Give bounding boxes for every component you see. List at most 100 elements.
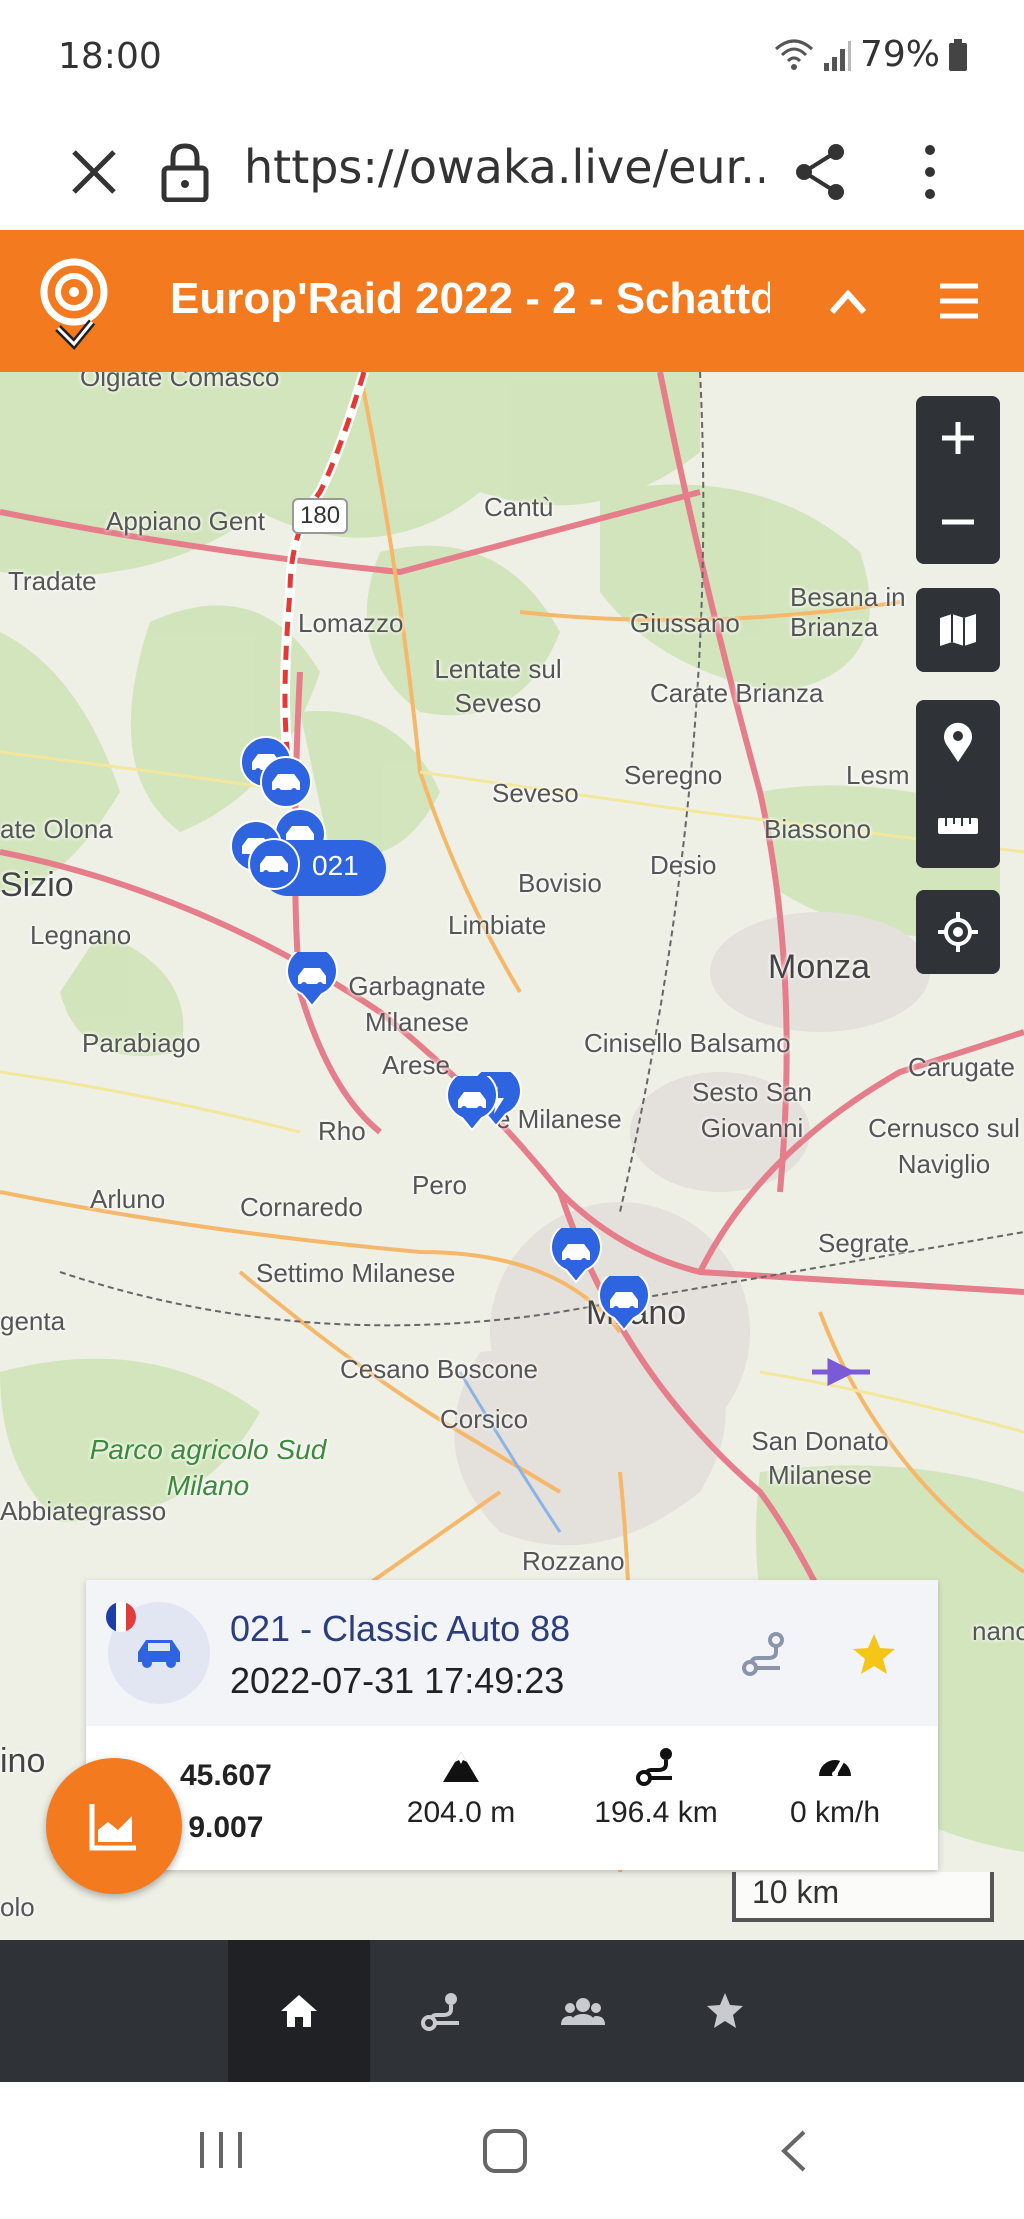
tab-participants[interactable] xyxy=(512,1940,654,2082)
home-icon xyxy=(281,1995,317,2027)
map-label: Seveso xyxy=(492,778,579,808)
chevron-up-icon[interactable] xyxy=(820,274,876,330)
map-label: Segrate xyxy=(818,1228,910,1258)
marker-tool-button[interactable] xyxy=(916,700,1000,784)
altitude-value: 204.0 m xyxy=(406,1796,516,1829)
map-label: Desio xyxy=(650,850,717,880)
map-label: Limbiate xyxy=(448,910,547,940)
share-icon[interactable] xyxy=(790,140,850,204)
map-label: Appiano Gent xyxy=(106,506,266,536)
latitude-value: 45.607 xyxy=(180,1759,272,1792)
home-nav-icon[interactable] xyxy=(480,2126,530,2176)
more-options-icon[interactable] xyxy=(910,140,950,204)
map-label: Tradate xyxy=(8,566,97,596)
map-label: Lentate sul Seveso xyxy=(434,654,562,718)
map-label: San Donato Milanese xyxy=(751,1426,889,1490)
vehicle-marker[interactable] xyxy=(284,952,340,1008)
battery-icon xyxy=(949,38,967,71)
speed-stat: 0 km/h xyxy=(760,1746,910,1830)
speedometer-icon xyxy=(819,1759,851,1777)
map-label: Sesto San Giovanni xyxy=(692,1077,812,1143)
lock-icon[interactable] xyxy=(160,142,210,202)
browser-toolbar: https://owaka.live/eur... xyxy=(0,118,1024,230)
distance-stat: 196.4 km xyxy=(566,1746,746,1830)
wifi-icon xyxy=(774,39,813,70)
battery-level: 79% xyxy=(859,34,940,75)
map-label: Besana in Brianza xyxy=(790,582,906,642)
zoom-out-button[interactable] xyxy=(916,480,1000,564)
map-label: Olgiate Comasco xyxy=(80,372,280,392)
vehicle-marker[interactable] xyxy=(444,1076,500,1132)
map-label: Garbagnate Milanese xyxy=(348,971,486,1037)
map-label: Parco agricolo Sud Milano xyxy=(89,1434,327,1501)
map-label: Lomazzo xyxy=(298,608,404,638)
map-label: Carugate xyxy=(908,1052,1015,1082)
tab-route[interactable] xyxy=(370,1940,512,2082)
vehicle-marker[interactable] xyxy=(596,1276,652,1332)
vehicle-marker[interactable] xyxy=(246,836,302,892)
map-label: genta xyxy=(0,1306,66,1336)
france-flag-icon xyxy=(106,1602,136,1632)
map-label: Lesm xyxy=(846,760,910,790)
map-label: Cesano Boscone xyxy=(340,1354,539,1384)
road-number-label: 180 xyxy=(292,498,349,534)
map-label: Carate Brianza xyxy=(650,678,824,708)
tools-controls xyxy=(916,700,1000,868)
status-bar: 18:00 79% xyxy=(0,0,1024,118)
map-label: Rozzano xyxy=(522,1546,625,1576)
map-label: Abbiategrasso xyxy=(0,1496,167,1526)
map-label: olo xyxy=(0,1892,35,1922)
map-label: Corsico xyxy=(440,1404,529,1434)
owaka-logo-icon[interactable] xyxy=(34,254,114,350)
signal-icon xyxy=(823,40,851,71)
map-label: Giussano xyxy=(630,608,740,638)
altitude-stat: 204.0 m xyxy=(386,1746,536,1830)
map-label: Settimo Milanese xyxy=(256,1258,456,1288)
map-layers-button[interactable] xyxy=(916,588,1000,672)
map-label: Biassono xyxy=(764,814,871,844)
vehicle-marker[interactable] xyxy=(258,756,314,812)
coordinates: 45.607 9.007 xyxy=(180,1750,272,1854)
map-label: Sizio xyxy=(0,866,74,904)
locate-control xyxy=(916,890,1000,974)
chart-fab-button[interactable] xyxy=(46,1758,182,1894)
recent-apps-icon[interactable] xyxy=(196,2128,246,2172)
map-scale: 10 km xyxy=(732,1872,994,1922)
route-icon xyxy=(421,1993,459,2031)
map-label: Rho xyxy=(318,1116,366,1146)
back-icon[interactable] xyxy=(774,2126,814,2176)
map-label: Cornaredo xyxy=(240,1192,363,1222)
route-icon[interactable] xyxy=(740,1630,788,1678)
map-label: nano xyxy=(972,1616,1024,1646)
map-label: Bovisio xyxy=(518,868,602,898)
page-title: Europ'Raid 2022 - 2 - Schattd... xyxy=(170,274,770,323)
tab-favorites[interactable] xyxy=(654,1940,796,2082)
vehicle-timestamp: 2022-07-31 17:49:23 xyxy=(230,1660,565,1701)
map-label: Cinisello Balsamo xyxy=(584,1028,791,1058)
map-label: Arese xyxy=(382,1050,450,1080)
vehicle-name: 021 - Classic Auto 88 xyxy=(230,1608,571,1649)
url-field[interactable]: https://owaka.live/eur... xyxy=(244,140,764,194)
map-label: ino xyxy=(0,1742,46,1780)
distance-value: 196.4 km xyxy=(594,1796,718,1829)
star-icon[interactable] xyxy=(850,1630,898,1678)
crosshair-icon xyxy=(938,912,978,952)
locate-me-button[interactable] xyxy=(916,890,1000,974)
zoom-in-button[interactable] xyxy=(916,396,1000,480)
measure-button[interactable] xyxy=(916,784,1000,868)
minus-icon xyxy=(942,519,974,525)
close-icon[interactable] xyxy=(62,140,126,204)
map-label: Cernusco sul Naviglio xyxy=(868,1113,1020,1179)
vehicle-info-card[interactable]: 021 - Classic Auto 88 2022-07-31 17:49:2… xyxy=(86,1580,938,1870)
hamburger-menu-icon[interactable] xyxy=(934,276,984,326)
plus-icon xyxy=(942,422,974,454)
status-time: 18:00 xyxy=(58,36,162,77)
map-label: Pero xyxy=(412,1170,467,1200)
system-nav-bar xyxy=(0,2082,1024,2219)
mountain-icon xyxy=(443,1752,479,1782)
map-icon xyxy=(940,614,976,646)
tab-home[interactable] xyxy=(228,1940,370,2082)
map-label: Seregno xyxy=(624,760,723,790)
longitude-value: 9.007 xyxy=(188,1811,264,1844)
map-label: ate Olona xyxy=(0,814,113,844)
